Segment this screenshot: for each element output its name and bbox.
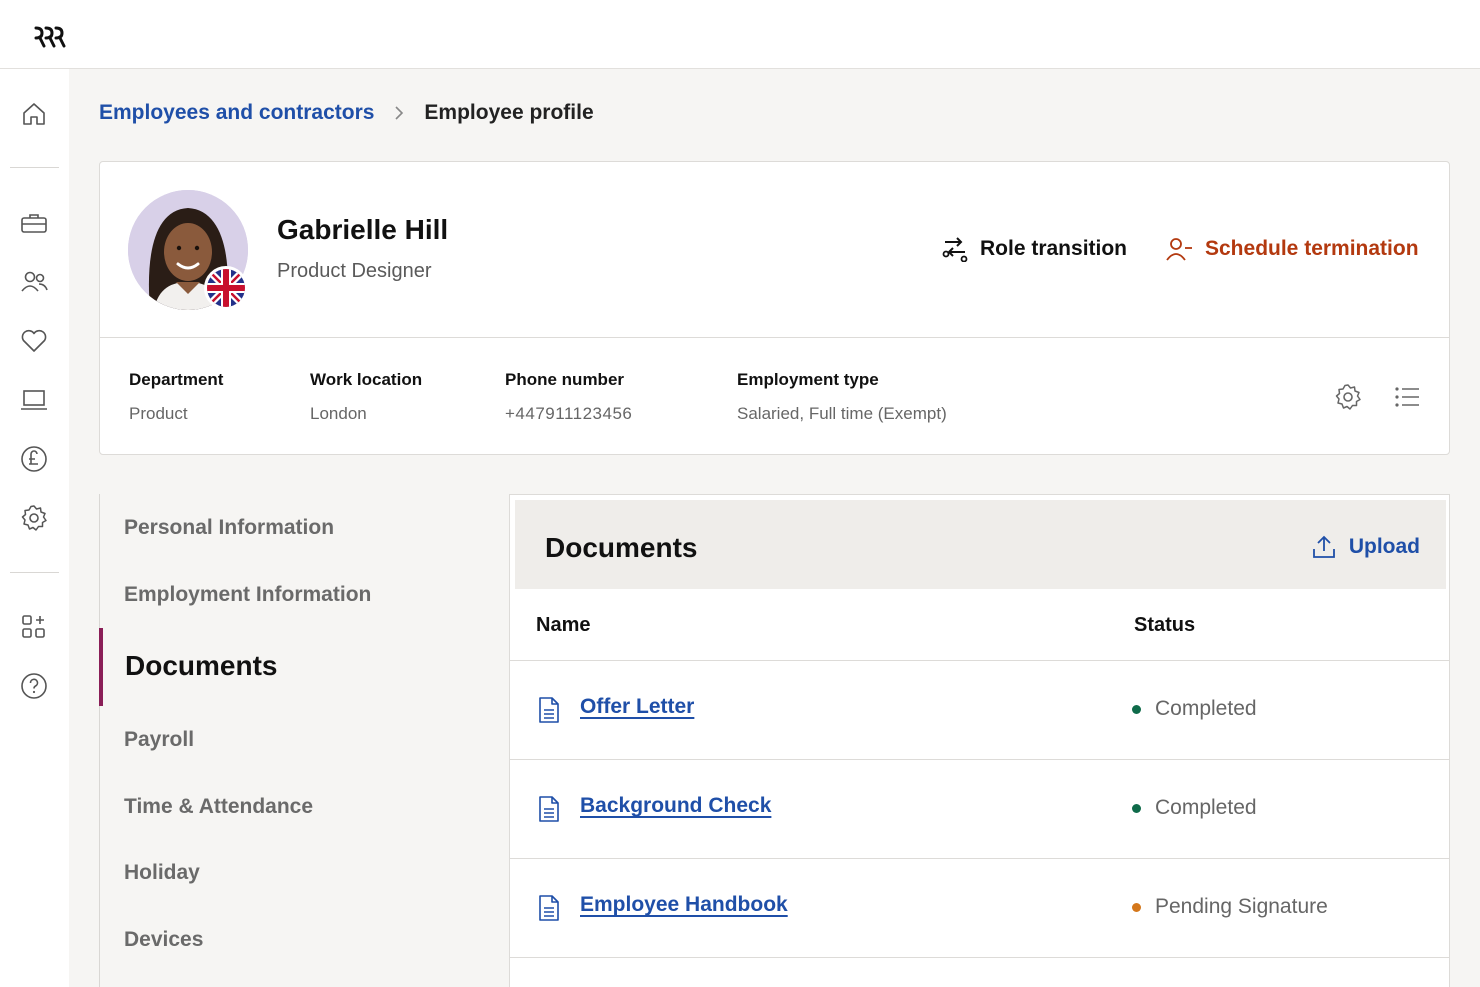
table-row: Employee Handbook Pending Signature [510, 859, 1449, 957]
status-badge: Completed [1132, 697, 1257, 721]
upload-icon [1312, 535, 1335, 558]
status-text: Completed [1155, 796, 1257, 819]
upload-label: Upload [1348, 535, 1420, 558]
employee-name: Gabrielle Hill [277, 214, 449, 245]
heart-icon[interactable] [19, 326, 49, 356]
schedule-termination-button[interactable]: Schedule termination [1165, 236, 1419, 262]
gear-icon[interactable] [19, 503, 49, 533]
info-label: Phone number [505, 370, 625, 389]
status-dot [1132, 704, 1141, 714]
profile-card: Gabrielle Hill Product Designer Role tra… [99, 161, 1450, 455]
schedule-termination-label: Schedule termination [1205, 237, 1419, 260]
info-phone: Phone number +447911123456 [505, 370, 632, 424]
subnav-payroll[interactable]: Payroll [124, 728, 194, 752]
profile-header: Gabrielle Hill Product Designer Role tra… [100, 162, 1449, 338]
laptop-icon[interactable] [19, 385, 49, 415]
info-label: Employment type [737, 370, 879, 389]
breadcrumb: Employees and contractors Employee profi… [99, 101, 594, 125]
document-icon [538, 895, 560, 926]
column-header-status: Status [1134, 614, 1196, 636]
people-icon[interactable] [19, 267, 49, 297]
document-link[interactable]: Background Check [580, 794, 771, 818]
info-label: Work location [310, 370, 423, 389]
subnav-documents[interactable]: Documents [125, 650, 277, 682]
status-text: Completed [1155, 697, 1257, 720]
top-bar [0, 0, 1480, 69]
status-badge: Pending Signature [1132, 895, 1328, 919]
chevron-right-icon [394, 105, 404, 121]
role-transition-button[interactable]: Role transition [942, 236, 1127, 262]
role-transition-label: Role transition [980, 237, 1128, 260]
documents-header: Documents Upload [515, 500, 1446, 589]
document-icon [538, 796, 560, 827]
settings-gear-icon[interactable] [1333, 382, 1363, 412]
subnav-devices[interactable]: Devices [124, 928, 203, 952]
pound-icon[interactable] [19, 444, 49, 474]
person-remove-icon [1166, 238, 1192, 261]
status-badge: Completed [1132, 796, 1257, 820]
info-employment-type: Employment type Salaried, Full time (Exe… [737, 370, 947, 424]
employee-title: Product Designer [277, 260, 432, 282]
documents-panel: Documents Upload Name Status Offer Lette… [509, 494, 1450, 987]
status-text: Pending Signature [1155, 895, 1328, 918]
subnav-employment-information[interactable]: Employment Information [124, 583, 371, 607]
info-label: Department [129, 370, 224, 389]
upload-button[interactable]: Upload [1311, 534, 1420, 560]
brand-logo-icon[interactable] [34, 24, 68, 48]
profile-subnav: Personal Information Employment Informat… [99, 494, 479, 987]
info-value: Salaried, Full time (Exempt) [737, 404, 947, 423]
subnav-time-attendance[interactable]: Time & Attendance [124, 795, 313, 819]
document-link[interactable]: Employee Handbook [580, 893, 788, 917]
rail-divider [10, 167, 59, 168]
active-indicator [99, 628, 103, 706]
home-icon[interactable] [19, 99, 49, 129]
help-icon[interactable] [19, 671, 49, 701]
table-row: Offer Letter Completed [510, 661, 1449, 759]
row-divider [510, 957, 1449, 958]
status-dot [1132, 803, 1141, 813]
status-dot [1132, 902, 1141, 912]
list-icon[interactable] [1392, 382, 1422, 412]
info-value: Product [129, 404, 188, 423]
document-icon [538, 697, 560, 728]
info-value: London [310, 404, 367, 423]
nav-rail [0, 69, 69, 987]
info-value: +447911123456 [505, 404, 633, 423]
documents-title: Documents [545, 532, 698, 563]
subnav-personal-information[interactable]: Personal Information [124, 516, 334, 540]
uk-flag-icon [204, 266, 248, 310]
info-department: Department Product [129, 370, 223, 424]
rail-divider [10, 572, 59, 573]
table-row: Background Check Completed [510, 760, 1449, 858]
breadcrumb-current: Employee profile [424, 101, 594, 124]
apps-icon[interactable] [19, 612, 49, 642]
subnav-holiday[interactable]: Holiday [124, 861, 200, 885]
breadcrumb-parent-link[interactable]: Employees and contractors [99, 101, 374, 125]
info-work-location: Work location London [310, 370, 422, 424]
column-header-name: Name [536, 614, 591, 636]
briefcase-icon[interactable] [19, 208, 49, 238]
role-transition-icon [942, 237, 968, 262]
document-link[interactable]: Offer Letter [580, 695, 694, 719]
